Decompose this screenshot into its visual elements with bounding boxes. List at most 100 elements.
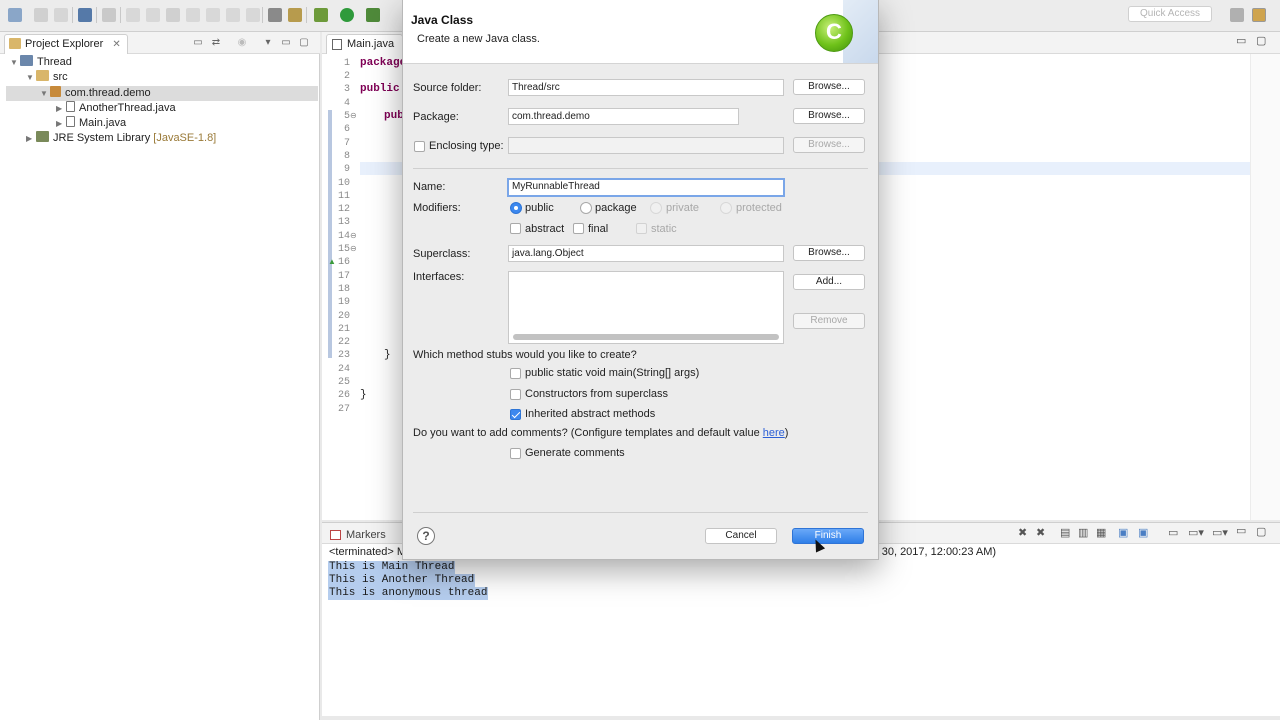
show-on-output-icon[interactable]: ▣ [1138,526,1148,539]
finish-button[interactable]: Finish [792,528,864,544]
run-icon[interactable] [340,8,354,22]
inherited-methods-checkbox[interactable] [510,409,521,420]
open-perspective-icon[interactable] [1230,8,1244,22]
expanded-icon[interactable]: ▼ [10,55,20,70]
static-checkbox[interactable] [636,223,647,234]
constructors-checkbox[interactable] [510,389,521,400]
package-radio-label: package [595,202,637,214]
abstract-checkbox[interactable] [510,223,521,234]
generate-comments-checkbox[interactable] [510,448,521,459]
close-icon[interactable]: ✕ [112,39,120,50]
tree-item-src[interactable]: ▼ src [26,70,68,85]
public-radio[interactable] [510,202,522,214]
line-number: 4 [343,98,350,109]
collapse-all-icon[interactable]: ▭ [192,37,204,49]
final-checkbox[interactable] [573,223,584,234]
minimize-icon[interactable]: ▭ [280,37,292,49]
save-all-icon[interactable] [54,8,68,22]
new-console-icon[interactable]: ▭▾ [1212,526,1228,539]
maximize-icon[interactable]: ▢ [298,37,310,49]
java-file-icon [66,101,75,112]
collapsed-icon[interactable]: ▶ [56,116,66,131]
project-folder-icon [20,55,33,66]
tab-markers[interactable]: Markers [328,526,386,544]
quick-access-field[interactable]: Quick Access [1128,6,1212,22]
maximize-icon[interactable]: ▢ [1256,34,1266,47]
disconnect-icon[interactable] [186,8,200,22]
tree-item-jre[interactable]: ▶ JRE System Library [JavaSE-1.8] [26,131,216,146]
collapsed-icon[interactable]: ▶ [56,101,66,116]
step-return-icon[interactable] [246,8,260,22]
main-method-checkbox[interactable] [510,368,521,379]
superclass-label: Superclass: [413,248,471,260]
outline-icon[interactable] [268,8,282,22]
superclass-field[interactable]: java.lang.Object [508,245,784,262]
tree-item-package[interactable]: ▼ com.thread.demo [40,86,151,101]
tree-item-anotherthread[interactable]: ▶ AnotherThread.java [56,101,176,116]
tree-item-main[interactable]: ▶ Main.java [56,116,126,131]
tree-item-project[interactable]: ▼ Thread [10,55,72,70]
enclosing-type-checkbox[interactable] [414,141,425,152]
toolbar-separator [306,7,307,23]
word-wrap-icon[interactable]: ▦ [1096,526,1106,539]
focus-icon[interactable]: ◉ [236,37,248,49]
minimize-icon[interactable]: ▭ [1236,524,1246,537]
new-icon[interactable] [8,8,22,22]
view-menu-icon[interactable]: ▾ [262,37,274,49]
line-number: 26 [337,390,350,401]
debug-icon[interactable] [314,8,328,22]
remove-all-icon[interactable]: ✖ [1036,526,1045,539]
package-field[interactable]: com.thread.demo [508,108,739,125]
collapsed-icon[interactable]: ▶ [26,131,36,146]
suspend-icon[interactable] [146,8,160,22]
expanded-icon[interactable]: ▼ [40,86,50,101]
browse-package-button[interactable]: Browse... [793,108,865,124]
external-tools-icon[interactable] [366,8,380,22]
scroll-lock-icon[interactable]: ▥ [1078,526,1088,539]
help-button[interactable]: ? [417,527,435,545]
private-radio[interactable] [650,202,662,214]
open-console-icon[interactable]: ▭ [1168,526,1178,539]
maximize-icon[interactable]: ▢ [1256,525,1266,538]
enclosing-type-field[interactable] [508,137,784,154]
minimize-icon[interactable]: ▭ [1236,34,1246,47]
fold-icon[interactable]: ⊖ [350,231,357,240]
terminate-icon[interactable] [166,8,180,22]
browse-source-folder-button[interactable]: Browse... [793,79,865,95]
add-interface-button[interactable]: Add... [793,274,865,290]
configure-templates-link[interactable]: here [763,427,785,439]
class-name-field[interactable]: MyRunnableThread [507,178,785,197]
source-folder-label: Source folder: [413,82,482,94]
remove-interface-button[interactable]: Remove [793,313,865,329]
step-into-icon[interactable] [206,8,220,22]
skip-breakpoints-icon[interactable] [102,8,116,22]
resume-icon[interactable] [126,8,140,22]
package-radio[interactable] [580,202,592,214]
step-over-icon[interactable] [226,8,240,22]
terminal-icon[interactable] [78,8,92,22]
interfaces-list[interactable] [508,271,784,344]
remove-launch-icon[interactable]: ✖ [1018,526,1027,539]
protected-radio[interactable] [720,202,732,214]
save-icon[interactable] [34,8,48,22]
pin-console-icon[interactable]: ▣ [1118,526,1128,539]
console-view[interactable]: <terminated> M r 30, 2017, 12:00:23 AM) … [322,544,1280,716]
expanded-icon[interactable]: ▼ [26,70,36,85]
java-perspective-icon[interactable] [1252,8,1266,22]
browse-enclosing-type-button[interactable]: Browse... [793,137,865,153]
link-editor-icon[interactable]: ⇄ [210,37,222,49]
tab-main-java[interactable]: Main.java [326,34,404,54]
horizontal-scrollbar[interactable] [513,334,779,340]
source-folder-field[interactable]: Thread/src [508,79,784,96]
tab-project-explorer[interactable]: Project Explorer ✕ [4,34,128,54]
fold-icon[interactable]: ⊖ [350,244,357,253]
line-number: 17 [337,271,350,282]
clear-console-icon[interactable]: ▤ [1060,526,1070,539]
fold-icon[interactable]: ⊖ [350,111,357,120]
hierarchy-icon[interactable] [288,8,302,22]
line-number: 19 [337,297,350,308]
browse-superclass-button[interactable]: Browse... [793,245,865,261]
cancel-button[interactable]: Cancel [705,528,777,544]
code-line-3: public [360,83,400,95]
display-console-icon[interactable]: ▭▾ [1188,526,1204,539]
